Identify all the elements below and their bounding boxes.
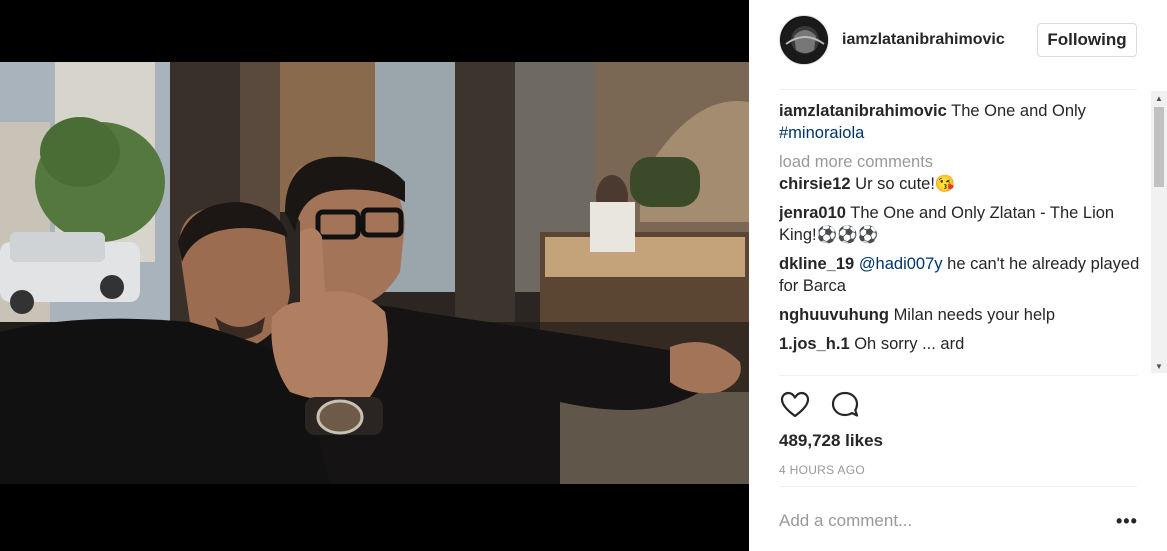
comment-text: Milan needs your help [893,306,1055,324]
caption-text: The One and Only [951,102,1086,120]
comment-username[interactable]: 1.jos_h.1 [779,335,850,353]
post-actions [779,389,861,421]
comment-mention[interactable]: @hadi007y [859,255,943,273]
comment-item: chirsie12 Ur so cute!😘 [779,173,1149,195]
comment-item: jenra010 The One and Only Zlatan - The L… [779,202,1149,246]
scroll-down-arrow-icon[interactable]: ▼ [1151,359,1167,373]
divider [779,486,1137,487]
post-timestamp[interactable]: 4 HOURS AGO [779,463,865,477]
caption: iamzlatanibrahimovic The One and Only #m… [779,100,1149,144]
add-comment-input[interactable] [779,511,1079,531]
ellipsis-icon[interactable]: ••• [1116,511,1138,532]
divider [779,89,1137,90]
comment-item: dkline_19 @hadi007y he can't he already … [779,253,1149,297]
caption-username[interactable]: iamzlatanibrahimovic [779,102,947,120]
comment-text: Ur so cute!😘 [855,175,956,193]
following-button[interactable]: Following [1037,23,1137,57]
heart-icon[interactable] [779,389,811,421]
caption-hashtag[interactable]: #minoraiola [779,124,864,142]
post-media [0,0,749,551]
comment-username[interactable]: dkline_19 [779,255,854,273]
comments-scrollbar[interactable]: ▲ ▼ [1151,91,1167,373]
likes-count[interactable]: 489,728 likes [779,431,883,451]
author-username[interactable]: iamzlatanibrahimovic [842,31,1005,49]
comment-item: nghuuvuhung Milan needs your help [779,304,1149,326]
avatar[interactable] [779,15,829,65]
scroll-up-arrow-icon[interactable]: ▲ [1151,91,1167,105]
comment-username[interactable]: nghuuvuhung [779,306,889,324]
divider [779,375,1137,376]
speech-bubble-icon[interactable] [829,389,861,421]
post-header: iamzlatanibrahimovic Following [749,0,1167,85]
post-panel: iamzlatanibrahimovic Following iamzlatan… [749,0,1167,551]
scroll-thumb[interactable] [1154,107,1164,187]
post-photo[interactable] [0,62,749,484]
comment-username[interactable]: chirsie12 [779,175,851,193]
comment-username[interactable]: jenra010 [779,204,846,222]
comment-text: Oh sorry ... ard [854,335,965,353]
load-more-comments-link[interactable]: load more comments [779,151,1149,173]
comments-list[interactable]: iamzlatanibrahimovic The One and Only #m… [779,100,1149,372]
comment-item: 1.jos_h.1 Oh sorry ... ard [779,333,1149,355]
